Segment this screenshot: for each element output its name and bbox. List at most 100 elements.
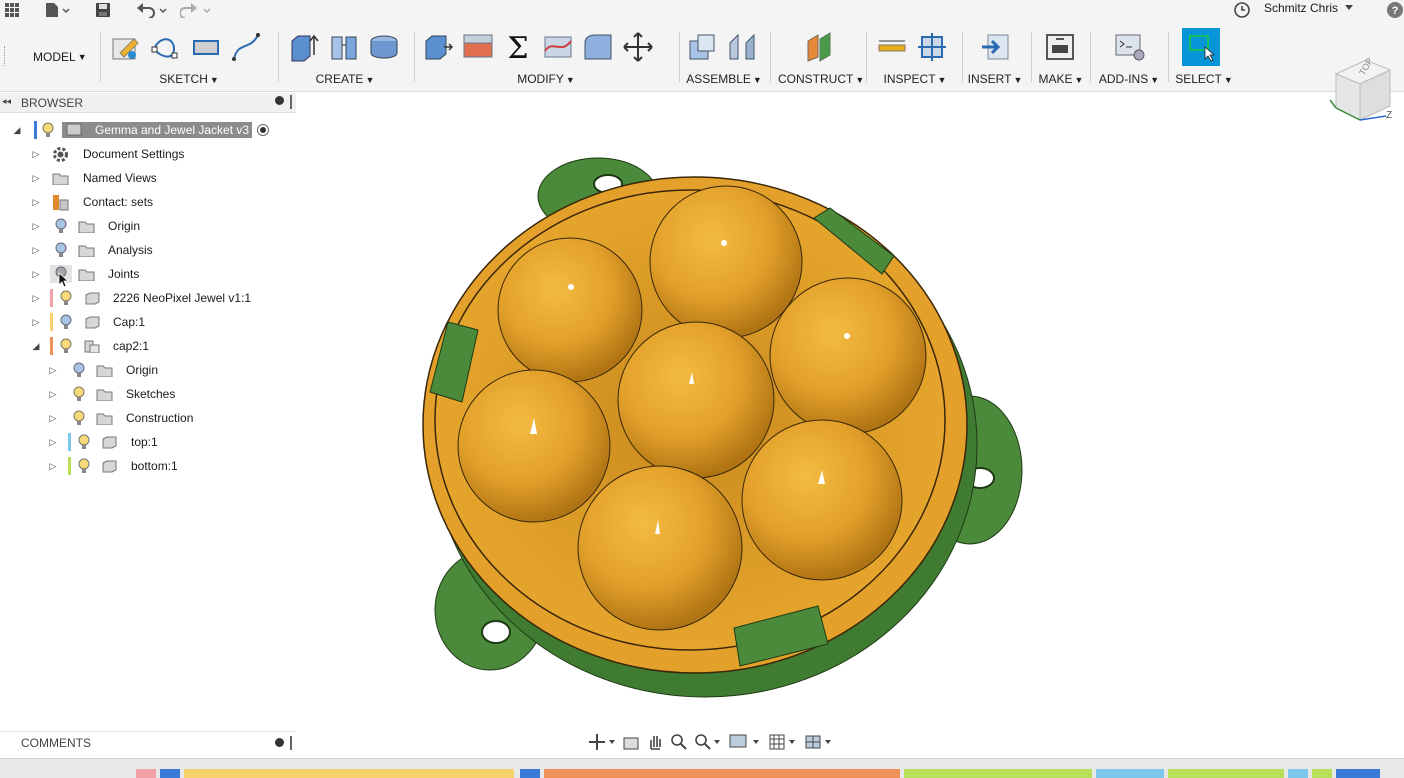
visibility-bulb-icon[interactable] [41,122,55,138]
measure-icon[interactable] [874,29,910,65]
sweep-icon[interactable] [366,29,402,65]
visibility-bulb-icon[interactable] [54,218,68,234]
user-menu[interactable]: Schmitz Chris [1264,1,1354,15]
insert-menu[interactable]: INSERT ▼ [966,72,1024,86]
new-component-icon[interactable] [684,29,720,65]
visibility-bulb-icon[interactable] [77,434,91,450]
timeline-marker[interactable] [1288,769,1308,778]
visibility-bulb-icon[interactable] [72,362,86,378]
section-analysis-icon[interactable] [914,29,950,65]
tree-root[interactable]: ◢ Gemma and Jewel Jacket v3 [0,118,296,142]
tree-item[interactable]: ▷ Named Views [0,166,296,190]
tree-item[interactable]: ▷ Analysis [0,238,296,262]
expand-triangle-icon[interactable]: ▷ [31,196,41,208]
visibility-bulb-icon[interactable] [72,410,86,426]
view-cube[interactable]: TOP Z [1322,52,1400,132]
inspect-menu[interactable]: INSPECT ▼ [874,72,956,86]
expand-triangle-icon[interactable]: ▷ [31,292,41,304]
pin-icon[interactable] [275,96,284,105]
sketch-menu[interactable]: SKETCH ▼ [108,72,270,86]
panel-resize-handle[interactable] [290,95,292,109]
tree-item[interactable]: ▷ top:1 [0,430,296,454]
rectangle-icon[interactable] [188,29,224,65]
select-menu[interactable]: SELECT ▼ [1174,72,1234,86]
help-icon[interactable]: ? [1387,1,1403,19]
visibility-bulb-icon[interactable] [72,386,86,402]
redo-icon[interactable] [180,1,214,19]
scripts-icon[interactable] [1112,29,1148,65]
parameters-icon[interactable]: Σ [500,29,536,65]
tree-item[interactable]: ▷ Joints [0,262,296,288]
line-icon[interactable] [148,29,184,65]
fillet-icon[interactable] [580,29,616,65]
shell-icon[interactable] [460,29,496,65]
modify-menu[interactable]: MODIFY ▼ [420,72,672,86]
pan-hand-icon[interactable] [646,733,664,751]
timeline-marker[interactable] [1096,769,1164,778]
move-icon[interactable] [620,29,656,65]
tree-item[interactable]: ▷ Origin [0,214,296,238]
offset-plane-icon[interactable] [802,29,838,65]
file-icon[interactable] [44,1,72,19]
activate-radio-icon[interactable] [257,124,269,136]
viewports-icon[interactable] [804,733,834,751]
zoom-icon[interactable] [670,733,688,751]
zoom-window-icon[interactable] [694,733,722,751]
display-settings-icon[interactable] [728,733,762,751]
undo-icon[interactable] [136,1,170,19]
expand-triangle-icon[interactable]: ▷ [31,268,41,280]
clock-icon[interactable] [1234,1,1250,19]
save-icon[interactable] [95,1,111,19]
expand-triangle-icon[interactable]: ▷ [48,460,58,472]
look-at-icon[interactable] [622,733,640,751]
create-sketch-icon[interactable] [108,29,144,65]
timeline[interactable] [0,758,1404,778]
expand-triangle-icon[interactable]: ▷ [31,220,41,232]
add-comment-icon[interactable] [275,738,284,747]
revolve-icon[interactable] [326,29,362,65]
tree-item[interactable]: ◢ cap2:1 [0,334,296,358]
timeline-marker[interactable] [544,769,900,778]
collapse-panel-icon[interactable]: ◂◂ [2,96,11,107]
expand-triangle-icon[interactable]: ▷ [48,388,58,400]
expand-triangle-icon[interactable]: ▷ [31,172,41,184]
visibility-bulb-icon[interactable] [59,314,73,330]
expand-triangle-icon[interactable]: ▷ [31,148,41,160]
timeline-marker[interactable] [520,769,540,778]
expand-triangle-icon[interactable]: ▷ [48,436,58,448]
expand-triangle-icon[interactable]: ▷ [31,316,41,328]
panel-resize-handle[interactable] [290,736,292,750]
scale-icon[interactable] [540,29,576,65]
add-ins-menu[interactable]: ADD-INS ▼ [1096,72,1162,86]
timeline-marker[interactable] [160,769,180,778]
3d-model[interactable] [300,94,1300,724]
tree-item[interactable]: ▷ Origin [0,358,296,382]
app-grid-icon[interactable] [4,1,20,19]
expand-triangle-icon[interactable]: ▷ [31,244,41,256]
visibility-bulb-icon[interactable] [77,458,91,474]
timeline-marker[interactable] [904,769,1092,778]
visibility-bulb-icon[interactable] [54,242,68,258]
grid-settings-icon[interactable] [768,733,798,751]
extrude-icon[interactable] [286,29,322,65]
expand-triangle-icon[interactable]: ▷ [48,364,58,376]
visibility-bulb-icon[interactable] [59,290,73,306]
insert-icon[interactable] [978,29,1014,65]
assemble-menu[interactable]: ASSEMBLE ▼ [684,72,764,86]
spline-icon[interactable] [228,29,264,65]
joint-icon[interactable] [724,29,760,65]
timeline-marker[interactable] [184,769,514,778]
select-icon[interactable] [1182,28,1220,66]
timeline-marker[interactable] [136,769,156,778]
tree-item[interactable]: ▷ 2226 NeoPixel Jewel v1:1 [0,286,296,310]
tree-item[interactable]: ▷ Sketches [0,382,296,406]
tree-item[interactable]: ▷ Cap:1 [0,310,296,334]
expand-triangle-icon[interactable]: ◢ [31,340,41,352]
construct-menu[interactable]: CONSTRUCT ▼ [778,72,864,86]
workspace-switcher[interactable]: MODEL ▼ [33,50,87,64]
create-menu[interactable]: CREATE ▼ [286,72,404,86]
tree-item[interactable]: ▷ Document Settings [0,142,296,166]
press-pull-icon[interactable] [420,29,456,65]
tree-item[interactable]: ▷ Construction [0,406,296,430]
visibility-bulb-icon[interactable] [59,338,73,354]
